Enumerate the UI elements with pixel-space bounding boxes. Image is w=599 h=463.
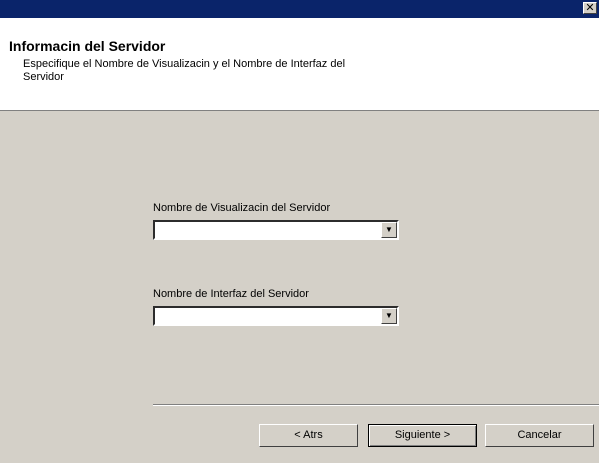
close-icon: ✕ <box>585 1 595 14</box>
chevron-down-icon: ▼ <box>385 311 393 320</box>
display-name-label: Nombre de Visualizacin del Servidor <box>153 202 331 214</box>
dropdown-button[interactable]: ▼ <box>381 222 397 238</box>
page-title: Informacin del Servidor <box>9 38 166 54</box>
wizard-header: Informacin del Servidor Especifique el N… <box>0 18 599 111</box>
interface-name-combobox[interactable]: ▼ <box>153 306 399 326</box>
chevron-down-icon: ▼ <box>385 225 393 234</box>
display-name-combobox[interactable]: ▼ <box>153 220 399 240</box>
dropdown-button[interactable]: ▼ <box>381 308 397 324</box>
back-button[interactable]: < Atrs <box>259 424 358 447</box>
wizard-body <box>0 111 599 463</box>
interface-name-label: Nombre de Interfaz del Servidor <box>153 288 309 300</box>
cancel-button[interactable]: Cancelar <box>485 424 594 447</box>
next-button[interactable]: Siguiente > <box>368 424 477 447</box>
button-divider <box>153 404 599 406</box>
title-bar: ✕ <box>0 0 599 18</box>
page-description: Especifique el Nombre de Visualizacin y … <box>23 58 346 83</box>
close-button[interactable]: ✕ <box>583 2 597 14</box>
